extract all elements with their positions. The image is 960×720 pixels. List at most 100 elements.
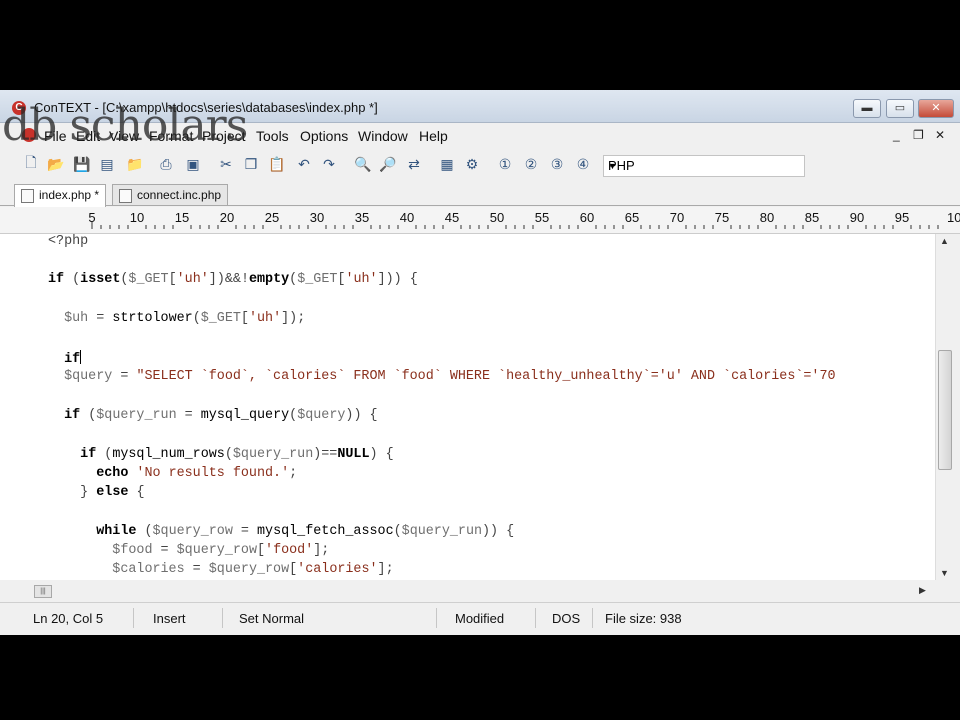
code-line-10: if ($query_run = mysql_query($query)) {: [64, 408, 378, 423]
menu-view[interactable]: View: [109, 128, 139, 144]
code-line-16: while ($query_row = mysql_fetch_assoc($q…: [96, 524, 515, 539]
code-line-7: if: [64, 350, 82, 367]
toolbar: 🗋 📂 💾 ▤ 📁 ⎙ ▣ ✂ ❐ 📋 ↶ ↷ 🔍 🔎 ⇄ ▦ ⚙ ① ② ③ …: [0, 150, 960, 180]
window-title: ConTEXT - [C:\xampp\htdocs\series\databa…: [34, 100, 378, 115]
copy-icon[interactable]: ❐: [242, 155, 260, 173]
save-all-icon[interactable]: ▤: [98, 155, 116, 173]
ruler-label: 15: [175, 210, 189, 225]
user-command-3-icon[interactable]: ③: [548, 155, 566, 173]
selection-mode[interactable]: Set Normal: [239, 611, 304, 626]
ruler-label: 40: [400, 210, 414, 225]
find-icon[interactable]: 🔍: [354, 155, 372, 173]
title-bar: C ConTEXT - [C:\xampp\htdocs\series\data…: [0, 90, 960, 123]
user-command-1-icon[interactable]: ①: [496, 155, 514, 173]
ruler-label: 20: [220, 210, 234, 225]
cursor-position: Ln 20, Col 5: [33, 611, 104, 626]
ruler-scale: 5 10 15 20 25 30 35 40 45 50 55 60 65 70 75 80 85 90 95 10: [88, 210, 960, 229]
ruler-label: 10: [947, 210, 960, 225]
ruler: 5 10 15 20 25 30 35 40 45 50 55 60 65 70 75 80 85 90 95 10: [0, 207, 960, 234]
code-line-5: $uh = strtolower($_GET['uh']);: [64, 311, 306, 326]
ruler-label: 65: [625, 210, 639, 225]
open-folder-icon[interactable]: 📂: [47, 155, 65, 173]
paste-icon[interactable]: 📋: [268, 155, 286, 173]
scroll-down-icon[interactable]: ▼: [940, 568, 949, 578]
menu-file[interactable]: File: [44, 128, 67, 144]
mdi-restore-button[interactable]: ❐: [913, 128, 924, 142]
ruler-label: 30: [310, 210, 324, 225]
ruler-label: 75: [715, 210, 729, 225]
code-line-3: if (isset($_GET['uh'])&&!empty($_GET['uh…: [48, 272, 418, 287]
user-command-2-icon[interactable]: ②: [522, 155, 540, 173]
document-menu-icon[interactable]: [22, 128, 36, 142]
minimize-button[interactable]: ▬: [853, 99, 881, 118]
tab-label: index.php *: [39, 188, 100, 202]
ruler-label: 35: [355, 210, 369, 225]
horizontal-scrollbar[interactable]: ||| ▶: [30, 583, 935, 599]
file-size: File size: 938: [605, 611, 682, 626]
menu-tools[interactable]: Tools: [256, 128, 289, 144]
horizontal-scroll-thumb[interactable]: |||: [34, 585, 52, 598]
menu-bar: File Edit View Format Project Tools Opti…: [0, 123, 960, 147]
menu-help[interactable]: Help: [419, 128, 448, 144]
ruler-label: 85: [805, 210, 819, 225]
save-icon[interactable]: 💾: [73, 155, 91, 173]
print-preview-icon[interactable]: ▣: [184, 155, 202, 173]
mdi-minimize-button[interactable]: _: [893, 128, 900, 142]
options-icon[interactable]: ⚙: [463, 155, 481, 173]
menu-window[interactable]: Window: [358, 128, 408, 144]
chevron-down-icon: ▼: [608, 161, 617, 171]
menu-format[interactable]: Format: [149, 128, 193, 144]
ruler-label: 70: [670, 210, 684, 225]
vertical-scrollbar[interactable]: ▲ ▼: [935, 234, 953, 580]
php-file-icon: [21, 189, 34, 203]
tab-label: connect.inc.php: [137, 188, 222, 202]
code-line-13: echo 'No results found.';: [96, 466, 298, 481]
ruler-label: 25: [265, 210, 279, 225]
new-file-icon[interactable]: 🗋: [22, 154, 40, 173]
ruler-label: 45: [445, 210, 459, 225]
line-ending-status[interactable]: DOS: [552, 611, 580, 626]
code-line-18: $calories = $query_row['calories'];: [112, 562, 394, 577]
code-line-8: $query = "SELECT `food`, `calories` FROM…: [64, 369, 836, 384]
ruler-label: 90: [850, 210, 864, 225]
scroll-up-icon[interactable]: ▲: [940, 236, 949, 246]
app-icon: C: [12, 101, 26, 115]
vertical-scroll-thumb[interactable]: [938, 350, 952, 470]
php-file-icon: [119, 189, 132, 203]
insert-mode[interactable]: Insert: [153, 611, 186, 626]
code-editor[interactable]: <?php if (isset($_GET['uh'])&&!empty($_G…: [0, 234, 935, 580]
file-tabs: index.php * connect.inc.php: [0, 183, 960, 207]
code-line-1: <?php: [48, 234, 89, 249]
maximize-button[interactable]: ▭: [886, 99, 914, 118]
ruler-label: 95: [895, 210, 909, 225]
user-command-4-icon[interactable]: ④: [574, 155, 592, 173]
menu-options[interactable]: Options: [300, 128, 348, 144]
editor-gutter: [0, 234, 42, 580]
print-icon[interactable]: ⎙: [157, 155, 175, 173]
mdi-close-button[interactable]: ✕: [935, 128, 945, 142]
replace-icon[interactable]: ⇄: [405, 155, 423, 173]
modified-status: Modified: [455, 611, 505, 626]
redo-icon[interactable]: ↷: [320, 155, 338, 173]
ruler-label: 50: [490, 210, 504, 225]
close-button[interactable]: ✕: [918, 99, 954, 118]
tab-connect-inc-php[interactable]: connect.inc.php: [112, 184, 229, 205]
ruler-label: 5: [88, 210, 95, 225]
tab-index-php[interactable]: index.php *: [14, 184, 107, 207]
cut-icon[interactable]: ✂: [217, 155, 235, 173]
export-icon[interactable]: ▦: [438, 155, 456, 173]
ruler-label: 60: [580, 210, 594, 225]
ruler-label: 55: [535, 210, 549, 225]
menu-edit[interactable]: Edit: [76, 128, 100, 144]
status-bar: Ln 20, Col 5 Insert Set Normal Modified …: [0, 602, 960, 633]
highlighter-select[interactable]: PHP ▼: [603, 155, 805, 177]
undo-icon[interactable]: ↶: [295, 155, 313, 173]
find-next-icon[interactable]: 🔎: [379, 155, 397, 173]
menu-project[interactable]: Project: [202, 128, 246, 144]
code-line-12: if (mysql_num_rows($query_run)==NULL) {: [80, 447, 394, 462]
text-cursor: [80, 350, 82, 364]
code-line-14: } else {: [80, 485, 145, 500]
scroll-right-icon[interactable]: ▶: [919, 585, 926, 596]
code-line-17: $food = $query_row['food'];: [112, 543, 330, 558]
open-project-icon[interactable]: 📁: [126, 155, 144, 173]
